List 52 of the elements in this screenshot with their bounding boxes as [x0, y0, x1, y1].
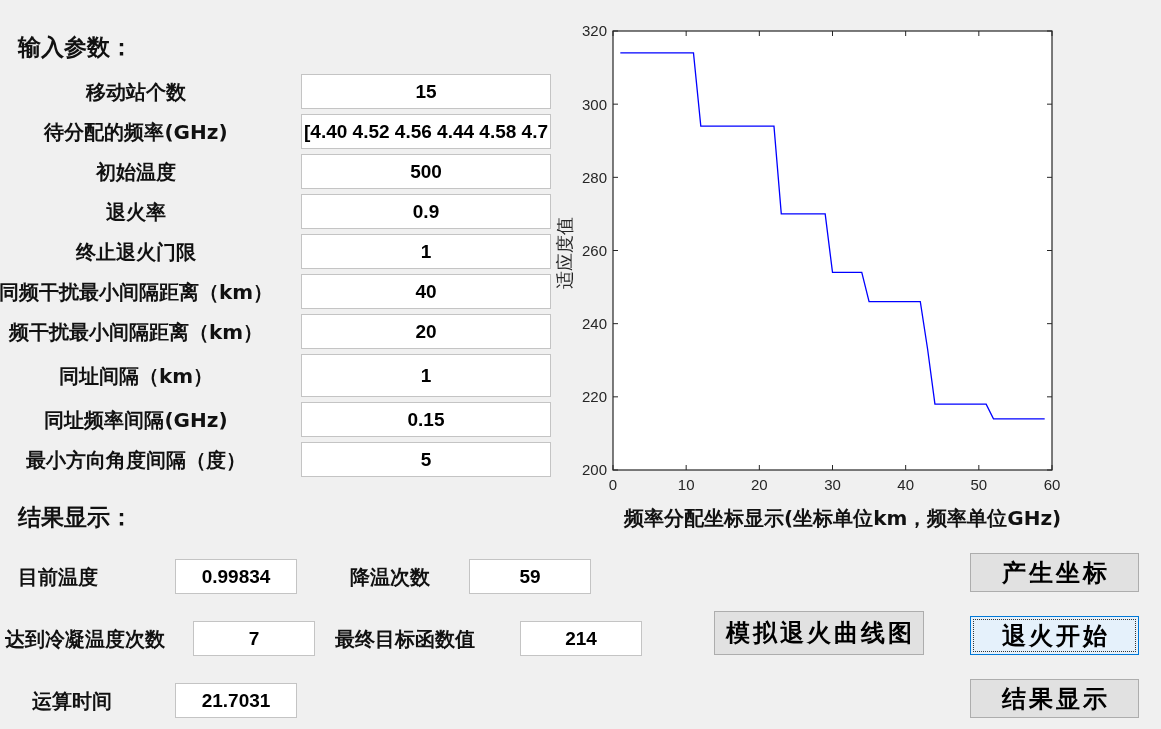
input-field[interactable]: 40 — [301, 274, 551, 309]
tick-label: 220 — [581, 388, 607, 406]
tick-label: 60 — [1043, 476, 1061, 493]
tick-label: 20 — [751, 476, 768, 493]
parameter-label: 待分配的频率(GHz) — [44, 119, 228, 144]
axis-label: 适应度值 — [555, 217, 575, 289]
input-field[interactable]: 0.9 — [301, 194, 551, 229]
parameter-label: 同址间隔（km） — [58, 363, 214, 388]
input-field[interactable]: 15 — [301, 74, 551, 109]
tick-label: 300 — [581, 95, 607, 113]
action-button[interactable]: 产生坐标 — [970, 553, 1139, 592]
tick-label: 240 — [581, 315, 607, 333]
caption-text: 频率分配坐标显示(坐标单位km，频率单位GHz) — [624, 505, 1062, 531]
input-field[interactable]: 5 — [301, 442, 551, 477]
input-field[interactable]: 1 — [301, 234, 551, 269]
result-label: 目前温度 — [18, 564, 98, 589]
tick-label: 40 — [897, 476, 914, 493]
tick-label: 260 — [581, 241, 607, 259]
action-button[interactable]: 退火开始 — [970, 616, 1139, 655]
result-label: 最终目标函数值 — [335, 626, 475, 651]
parameter-label: 频干扰最小间隔距离（km） — [8, 319, 264, 344]
parameter-label: 初始温度 — [96, 159, 176, 184]
input-field[interactable]: 500 — [301, 154, 551, 189]
parameter-label: 最小方向角度间隔（度） — [26, 447, 246, 472]
input-field[interactable]: 0.15 — [301, 402, 551, 437]
parameter-label: 同址频率间隔(GHz) — [44, 407, 228, 432]
tick-label: 200 — [581, 461, 607, 479]
input-field[interactable]: 1 — [301, 354, 551, 397]
result-label: 达到冷凝温度次数 — [5, 626, 165, 651]
parameter-label: 退火率 — [106, 199, 166, 224]
tick-label: 50 — [970, 476, 988, 493]
tick-label: 0 — [608, 476, 618, 493]
parameter-label: 移动站个数 — [86, 79, 186, 104]
section-heading: 结果显示： — [18, 505, 133, 530]
result-label: 运算时间 — [32, 688, 112, 713]
tick-label: 280 — [581, 168, 607, 186]
parameter-label: 同频干扰最小间隔距离（km） — [0, 279, 274, 304]
output-field[interactable]: 7 — [193, 621, 315, 656]
tick-label: 30 — [824, 476, 841, 493]
input-field[interactable]: 20 — [301, 314, 551, 349]
tick-label: 10 — [677, 476, 695, 493]
result-label: 降温次数 — [350, 564, 430, 589]
section-heading: 输入参数： — [18, 34, 133, 62]
action-button[interactable]: 结果显示 — [970, 679, 1139, 718]
output-field[interactable]: 214 — [520, 621, 642, 656]
plot-button[interactable]: 模拟退火曲线图 — [714, 611, 924, 655]
input-field[interactable]: [4.40 4.52 4.56 4.44 4.58 4.7 — [301, 114, 551, 149]
output-field[interactable]: 21.7031 — [175, 683, 297, 718]
tick-label: 320 — [581, 22, 607, 40]
output-field[interactable]: 0.99834 — [175, 559, 297, 594]
parameter-label: 终止退火门限 — [76, 239, 196, 264]
output-field[interactable]: 59 — [469, 559, 591, 594]
